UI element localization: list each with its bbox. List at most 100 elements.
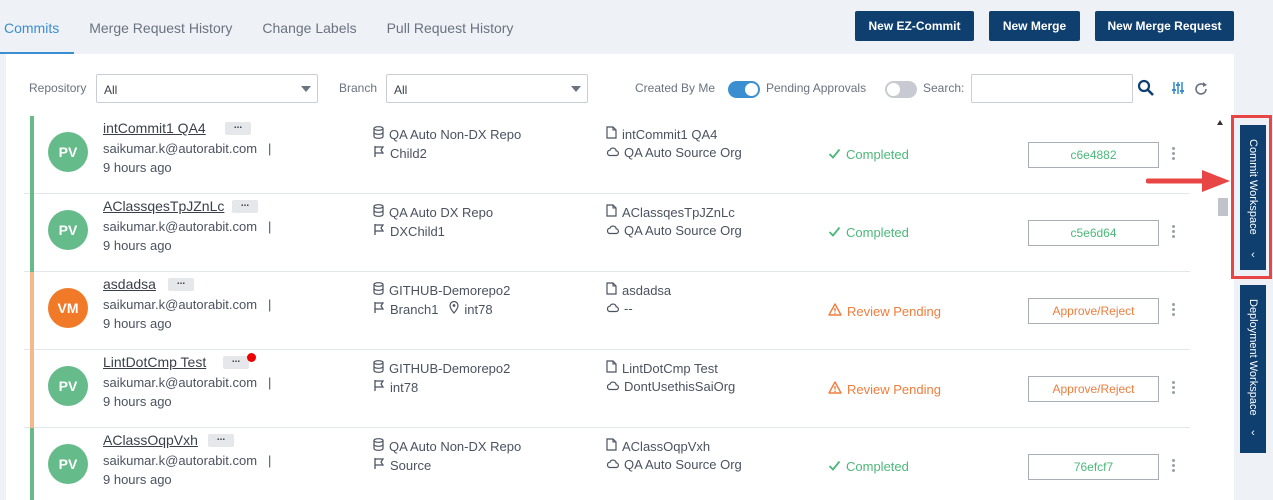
location-pin-icon bbox=[449, 300, 460, 317]
status-text: Completed bbox=[846, 147, 909, 162]
more-options-button[interactable]: ... bbox=[208, 433, 234, 447]
document-icon bbox=[606, 360, 617, 376]
refresh-icon[interactable] bbox=[1193, 81, 1209, 102]
approve-reject-button[interactable]: Approve/Reject bbox=[1028, 376, 1159, 402]
commit-hash-button[interactable]: 76efcf7 bbox=[1028, 454, 1159, 480]
commit-time: 9 hours ago bbox=[103, 472, 172, 487]
branch-label: Branch bbox=[339, 81, 378, 95]
document-icon bbox=[606, 438, 617, 454]
cloud-icon bbox=[606, 457, 619, 472]
avatar: PV bbox=[48, 366, 88, 406]
tab-commits[interactable]: Commits bbox=[0, 0, 75, 54]
repository-name: GITHUB-Demorepo2 bbox=[389, 282, 511, 298]
commit-row: PV LintDotCmp Test... saikumar.k@autorabit… bbox=[24, 350, 1190, 428]
commit-hash-button[interactable]: c6e4882 bbox=[1028, 142, 1159, 168]
created-by-me-toggle[interactable] bbox=[728, 81, 760, 98]
commit-label-info: AClassOqpVxh bbox=[606, 438, 710, 454]
repository-label: Repository bbox=[29, 81, 87, 95]
kebab-menu-icon[interactable] bbox=[1172, 381, 1176, 396]
commit-label: intCommit1 QA4 bbox=[622, 126, 718, 142]
pointer-arrow-icon bbox=[1146, 170, 1230, 192]
branch-name: int78 bbox=[390, 379, 419, 395]
notification-dot bbox=[247, 353, 256, 362]
kebab-menu-icon[interactable] bbox=[1172, 225, 1176, 240]
kebab-menu-icon[interactable] bbox=[1172, 147, 1176, 162]
branch-info: Source bbox=[373, 457, 431, 473]
kebab-menu-icon[interactable] bbox=[1172, 303, 1176, 318]
cloud-icon bbox=[606, 379, 619, 394]
commit-label: AClassOqpVxh bbox=[622, 438, 711, 454]
deployment-workspace-tab[interactable]: Deployment Workspace ‹ bbox=[1240, 285, 1266, 453]
branch-flag-icon bbox=[373, 301, 385, 317]
filter-settings-icon[interactable] bbox=[1171, 81, 1185, 100]
cloud-icon bbox=[606, 223, 619, 238]
check-icon bbox=[828, 225, 841, 240]
search-icon[interactable] bbox=[1137, 79, 1155, 102]
org-name: -- bbox=[624, 301, 633, 316]
org-name: QA Auto Source Org bbox=[624, 457, 742, 472]
cloud-icon bbox=[606, 301, 619, 316]
commit-time: 9 hours ago bbox=[103, 316, 172, 331]
chevron-left-icon: ‹ bbox=[1251, 427, 1255, 439]
check-icon bbox=[828, 459, 841, 474]
tab-pull-request-history[interactable]: Pull Request History bbox=[372, 0, 529, 54]
branch-name: Source bbox=[390, 457, 432, 473]
author-email: saikumar.k@autorabit.com | bbox=[103, 219, 272, 234]
branch-select[interactable]: All bbox=[386, 74, 588, 103]
target-branch-name: int78 bbox=[464, 301, 493, 317]
kebab-menu-icon[interactable] bbox=[1172, 459, 1176, 474]
commit-label: LintDotCmp Test bbox=[622, 360, 718, 376]
pending-approvals-toggle[interactable] bbox=[885, 81, 917, 98]
repository-info: GITHUB-Demorepo2 bbox=[373, 360, 510, 376]
status-badge: Review Pending bbox=[828, 303, 941, 319]
repository-select[interactable]: All bbox=[96, 74, 318, 103]
top-bar: Commits Merge Request History Change Lab… bbox=[0, 0, 1240, 54]
status-badge: Completed bbox=[828, 225, 909, 240]
org-name: QA Auto Source Org bbox=[624, 223, 742, 238]
branch-name: DXChild1 bbox=[390, 223, 445, 239]
filter-bar: Repository All Branch All Created By Me … bbox=[6, 54, 1234, 116]
toggle-knob bbox=[745, 83, 758, 96]
author-email: saikumar.k@autorabit.com | bbox=[103, 375, 272, 390]
more-options-button[interactable]: ... bbox=[168, 277, 194, 291]
commit-row: PV intCommit1 QA4... saikumar.k@autorabit.… bbox=[24, 116, 1190, 194]
created-by-me-label: Created By Me bbox=[635, 81, 716, 95]
chevron-down-icon bbox=[571, 86, 581, 92]
more-options-button[interactable]: ... bbox=[225, 121, 251, 135]
scroll-up-icon[interactable] bbox=[1217, 120, 1223, 125]
commit-name-link[interactable]: intCommit1 QA4 bbox=[103, 120, 206, 136]
author-email: saikumar.k@autorabit.com | bbox=[103, 453, 272, 468]
repository-icon bbox=[373, 438, 384, 454]
warning-icon bbox=[828, 303, 842, 319]
commit-hash-button[interactable]: c5e6d64 bbox=[1028, 220, 1159, 246]
status-text: Review Pending bbox=[847, 303, 941, 319]
approve-reject-button[interactable]: Approve/Reject bbox=[1028, 298, 1159, 324]
status-text: Completed bbox=[846, 459, 909, 474]
commit-name-link[interactable]: AClassqesTpJZnLc bbox=[103, 198, 224, 214]
scroll-thumb[interactable] bbox=[1218, 198, 1228, 216]
document-icon bbox=[606, 126, 617, 142]
document-icon bbox=[606, 282, 617, 298]
more-options-button[interactable]: ... bbox=[232, 199, 258, 213]
repository-name: QA Auto Non-DX Repo bbox=[389, 438, 522, 454]
new-ez-commit-button[interactable]: New EZ-Commit bbox=[855, 11, 974, 41]
more-options-button[interactable]: ... bbox=[223, 355, 249, 369]
document-icon bbox=[606, 204, 617, 220]
branch-info: Child2 bbox=[373, 145, 427, 161]
commit-label-info: asdadsa bbox=[606, 282, 671, 298]
org-name: DontUsethisSaiOrg bbox=[624, 379, 736, 394]
branch-name: Child2 bbox=[390, 145, 427, 161]
commit-name-link[interactable]: asdadsa bbox=[103, 276, 156, 292]
commit-label-info: LintDotCmp Test bbox=[606, 360, 718, 376]
commit-name-link[interactable]: AClassOqpVxh bbox=[103, 432, 198, 448]
repository-info: GITHUB-Demorepo2 bbox=[373, 282, 510, 298]
new-merge-request-button[interactable]: New Merge Request bbox=[1095, 11, 1234, 41]
tab-merge-request-history[interactable]: Merge Request History bbox=[74, 0, 247, 54]
search-input[interactable] bbox=[971, 74, 1133, 103]
branch-flag-icon bbox=[373, 223, 385, 239]
commit-name-link[interactable]: LintDotCmp Test bbox=[103, 354, 206, 370]
new-merge-button[interactable]: New Merge bbox=[989, 11, 1080, 41]
status-badge: Review Pending bbox=[828, 381, 941, 397]
cloud-icon bbox=[606, 145, 619, 160]
tab-change-labels[interactable]: Change Labels bbox=[247, 0, 371, 54]
